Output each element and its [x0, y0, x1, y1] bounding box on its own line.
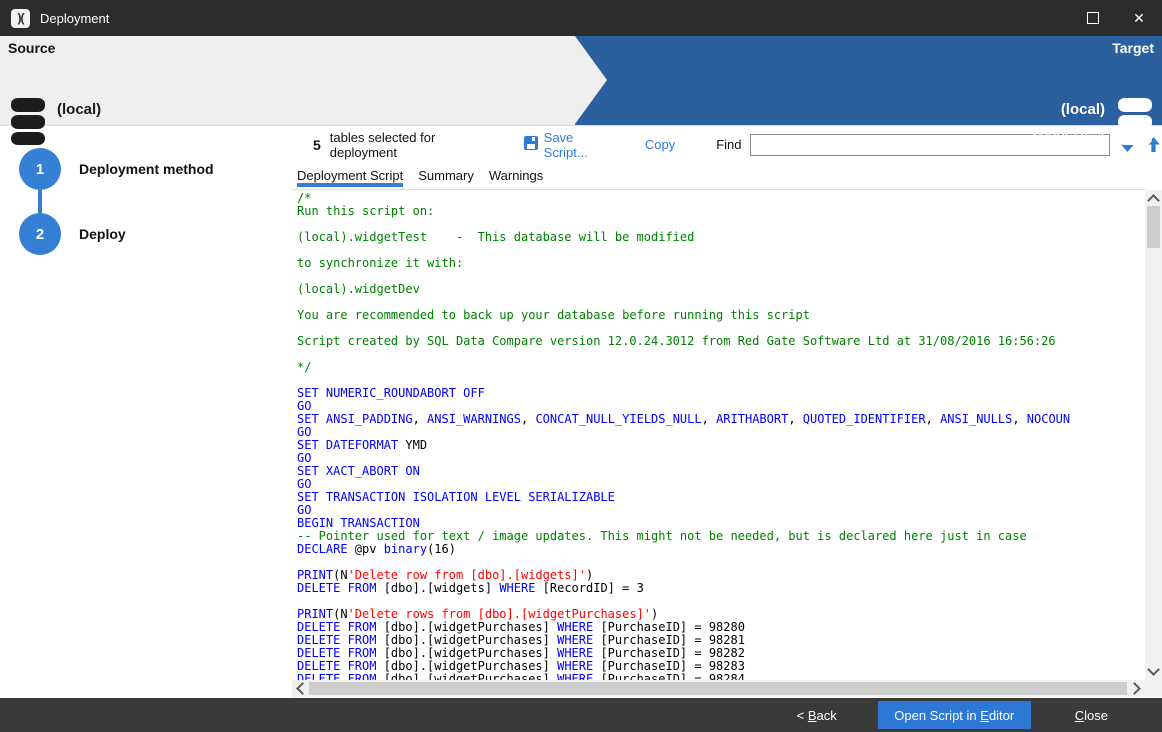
open-label-accel: E [980, 708, 989, 723]
open-script-in-editor-button[interactable]: Open Script in Editor [878, 701, 1031, 729]
scroll-up-button[interactable] [1145, 190, 1162, 207]
close-label-accel: C [1075, 708, 1084, 723]
source-arrow-shape [575, 36, 607, 124]
back-label-accel: B [808, 708, 817, 723]
close-icon: ✕ [1133, 11, 1145, 25]
script-line: SET ANSI_PADDING, ANSI_WARNINGS, CONCAT_… [297, 413, 1145, 426]
title-bar: )( Deployment ✕ [0, 0, 1162, 36]
script-line: DELETE FROM [dbo].[widgetPurchases] WHER… [297, 673, 1145, 680]
back-label-rest: ack [817, 708, 837, 723]
selected-tables-caption: tables selected for deployment [330, 130, 499, 160]
script-line: SET TRANSACTION ISOLATION LEVEL SERIALIZ… [297, 491, 1145, 504]
target-database-icon [1117, 97, 1153, 151]
horizontal-scrollbar[interactable] [292, 680, 1145, 697]
copy-button[interactable]: Copy [645, 137, 675, 152]
script-line: */ [297, 361, 1145, 374]
window-title: Deployment [40, 11, 109, 26]
horizontal-scroll-thumb[interactable] [309, 682, 1127, 695]
wizard-step-deployment-method[interactable]: 1 Deployment method [19, 148, 214, 190]
scrollbar-corner [1145, 680, 1162, 697]
vertical-scrollbar[interactable] [1145, 190, 1162, 680]
wizard-steps-sidebar: 1 Deployment method 2 Deploy [0, 126, 292, 698]
tab-summary[interactable]: Summary [418, 163, 474, 186]
script-line: SET NUMERIC_ROUNDABORT OFF [297, 387, 1145, 400]
source-target-header: Source Target (local) WidgetDev (local) … [0, 36, 1162, 126]
find-label: Find [716, 137, 741, 152]
target-database-name: WidgetTest [1031, 124, 1105, 141]
step-label: Deploy [79, 226, 126, 242]
scroll-down-button[interactable] [1145, 663, 1162, 680]
script-line: You are recommended to back up your data… [297, 309, 1145, 322]
step-number-badge: 1 [19, 148, 61, 190]
chevron-down-icon [1147, 663, 1160, 676]
chevron-up-icon [1147, 194, 1160, 207]
script-line: GO [297, 504, 1145, 517]
script-line: (local).widgetTest - This database will … [297, 231, 1145, 244]
source-database-icon [10, 97, 46, 151]
script-line: Script created by SQL Data Compare versi… [297, 335, 1145, 348]
tab-warnings[interactable]: Warnings [489, 163, 543, 186]
selected-tables-count: 5 [313, 137, 321, 153]
script-line: to synchronize it with: [297, 257, 1145, 270]
close-dialog-button[interactable]: Close [1067, 704, 1116, 727]
target-server-name: (local) [1061, 101, 1105, 118]
scroll-left-button[interactable] [292, 680, 309, 697]
source-label: Source [8, 40, 55, 56]
step-label: Deployment method [79, 161, 214, 177]
script-line: GO [297, 452, 1145, 465]
chevron-left-icon [296, 682, 309, 695]
script-line: DELETE FROM [dbo].[widgets] WHERE [Recor… [297, 582, 1145, 595]
save-script-button[interactable]: Save Script... [524, 130, 617, 160]
app-logo-icon: )( [11, 9, 30, 28]
source-server-name: (local) [57, 101, 101, 118]
back-button[interactable]: < Back [789, 704, 845, 727]
scroll-right-button[interactable] [1128, 680, 1145, 697]
step-connector-line [38, 190, 42, 214]
maximize-icon [1087, 12, 1099, 24]
open-label-rest: ditor [989, 708, 1014, 723]
script-line: (local).widgetDev [297, 283, 1145, 296]
save-icon [524, 136, 538, 153]
script-line: SET DATEFORMAT YMD [297, 439, 1145, 452]
wizard-step-deploy[interactable]: 2 Deploy [19, 213, 126, 255]
deployment-script-view[interactable]: /*Run this script on: (local).widgetTest… [292, 190, 1145, 680]
target-label: Target [1112, 40, 1154, 56]
script-line [297, 348, 1145, 361]
footer-bar: < Back Open Script in Editor Close [0, 698, 1162, 732]
script-tabs: Deployment Script Summary Warnings [292, 163, 1145, 190]
close-button[interactable]: ✕ [1116, 0, 1162, 36]
script-line: Run this script on: [297, 205, 1145, 218]
back-label: < [797, 708, 808, 723]
step-number-badge: 2 [19, 213, 61, 255]
maximize-button[interactable] [1070, 0, 1116, 36]
window-controls: ✕ [1070, 0, 1162, 36]
chevron-right-icon [1128, 682, 1141, 695]
close-label-rest: lose [1084, 708, 1108, 723]
script-line [297, 270, 1145, 283]
vertical-scroll-thumb[interactable] [1147, 206, 1160, 248]
script-line: DECLARE @pv binary(16) [297, 543, 1145, 556]
script-line: SET XACT_ABORT ON [297, 465, 1145, 478]
open-label: Open Script in [894, 708, 980, 723]
tab-deployment-script[interactable]: Deployment Script [297, 163, 403, 187]
save-script-label: Save Script... [544, 130, 617, 160]
